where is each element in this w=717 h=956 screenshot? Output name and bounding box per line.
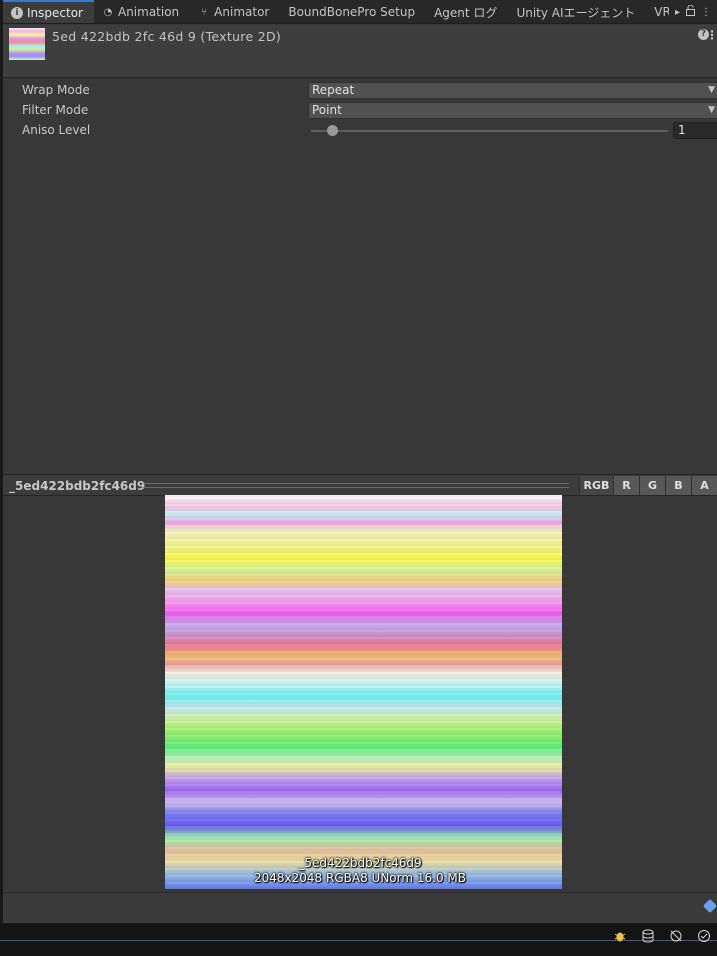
- tab-unity-ai-agent[interactable]: Unity AIエージェント: [508, 0, 646, 23]
- clock-icon: ◔: [103, 6, 113, 18]
- animator-icon: ⑂: [201, 6, 208, 18]
- filter-mode-dropdown[interactable]: Point ▼: [308, 102, 717, 119]
- context-menu-icon[interactable]: ⋮: [706, 28, 717, 42]
- channel-a-button[interactable]: A: [691, 476, 717, 495]
- info-icon: i: [11, 7, 23, 19]
- inspector-footer: [3, 892, 717, 923]
- tab-label: Unity AIエージェント: [516, 5, 636, 20]
- aniso-level-slider[interactable]: [311, 130, 668, 132]
- bug-icon[interactable]: [611, 927, 629, 945]
- tab-label: Inspector: [27, 6, 83, 20]
- chevron-down-icon: ▼: [708, 105, 715, 115]
- wrap-mode-value: Repeat: [312, 83, 355, 97]
- preview-caption-name: _5ed422bdb2fc46d9: [298, 856, 422, 870]
- aniso-level-label: Aniso Level: [22, 123, 91, 137]
- texture-preview-image: [165, 495, 562, 889]
- filter-mode-label: Filter Mode: [22, 103, 89, 117]
- database-icon[interactable]: [639, 927, 657, 945]
- channel-r-button[interactable]: R: [613, 476, 639, 495]
- inspector-window: i Inspector ◔ Animation ⑂ Animator Bound…: [0, 0, 717, 923]
- chevron-down-icon: ▼: [708, 85, 715, 95]
- channel-buttons: RGB R G B A: [579, 476, 717, 495]
- tab-label: Animation: [117, 5, 180, 19]
- more-tabs-icon[interactable]: ▸: [675, 7, 680, 18]
- aniso-level-slider-thumb[interactable]: [326, 125, 338, 136]
- texture-thumbnail: [9, 28, 45, 60]
- texture-preview-area[interactable]: _5ed422bdb2fc46d9 2048x2048 RGBA8 UNorm …: [3, 495, 717, 891]
- wrap-mode-label: Wrap Mode: [22, 83, 90, 97]
- network-off-icon[interactable]: [667, 927, 685, 945]
- wrap-mode-dropdown[interactable]: Repeat ▼: [308, 82, 717, 99]
- tab-label: Animator: [214, 5, 270, 19]
- preview-title: _5ed422bdb2fc46d9: [9, 479, 146, 493]
- tab-animation[interactable]: ◔ Animation: [94, 0, 190, 23]
- tab-label: BoundBonePro Setup: [288, 5, 416, 19]
- lock-icon[interactable]: [686, 4, 695, 19]
- channel-b-button[interactable]: B: [665, 476, 691, 495]
- channel-rgb-button[interactable]: RGB: [579, 476, 613, 495]
- tab-agent-log[interactable]: Agent ログ: [426, 0, 508, 23]
- texture-properties: Wrap Mode Repeat ▼ Filter Mode Point ▼ A…: [3, 80, 717, 140]
- tab-menu-icon[interactable]: ⋮: [701, 7, 711, 18]
- tab-boundbonepro-setup[interactable]: BoundBonePro Setup: [280, 0, 426, 23]
- tab-label: Agent ログ: [434, 5, 498, 20]
- filter-mode-value: Point: [312, 103, 342, 117]
- preview-toolbar: _5ed422bdb2fc46d9 RGB R G B A: [3, 474, 717, 496]
- asset-title: 5ed 422bdb 2fc 46d 9 (Texture 2D): [52, 29, 282, 44]
- tab-bar: i Inspector ◔ Animation ⑂ Animator Bound…: [3, 0, 717, 24]
- aniso-level-field[interactable]: 1: [673, 122, 717, 139]
- wrap-mode-row: Wrap Mode Repeat ▼: [3, 80, 717, 100]
- asset-label-icon[interactable]: [702, 898, 717, 914]
- status-bar-accent: [0, 940, 717, 941]
- tab-inspector[interactable]: i Inspector: [3, 0, 94, 23]
- tab-tools: ▸ ⋮: [668, 0, 717, 23]
- aniso-level-row: Aniso Level 1: [3, 120, 717, 140]
- channel-g-button[interactable]: G: [639, 476, 665, 495]
- preview-drag-handle[interactable]: [143, 483, 569, 488]
- check-circle-icon[interactable]: [695, 927, 713, 945]
- preview-caption-info: 2048x2048 RGBA8 UNorm 16.0 MB: [254, 871, 466, 885]
- status-icons: [611, 927, 713, 945]
- asset-header: 5ed 422bdb 2fc 46d 9 (Texture 2D) ? ⋮: [3, 25, 717, 78]
- tab-animator[interactable]: ⑂ Animator: [190, 0, 280, 23]
- filter-mode-row: Filter Mode Point ▼: [3, 100, 717, 120]
